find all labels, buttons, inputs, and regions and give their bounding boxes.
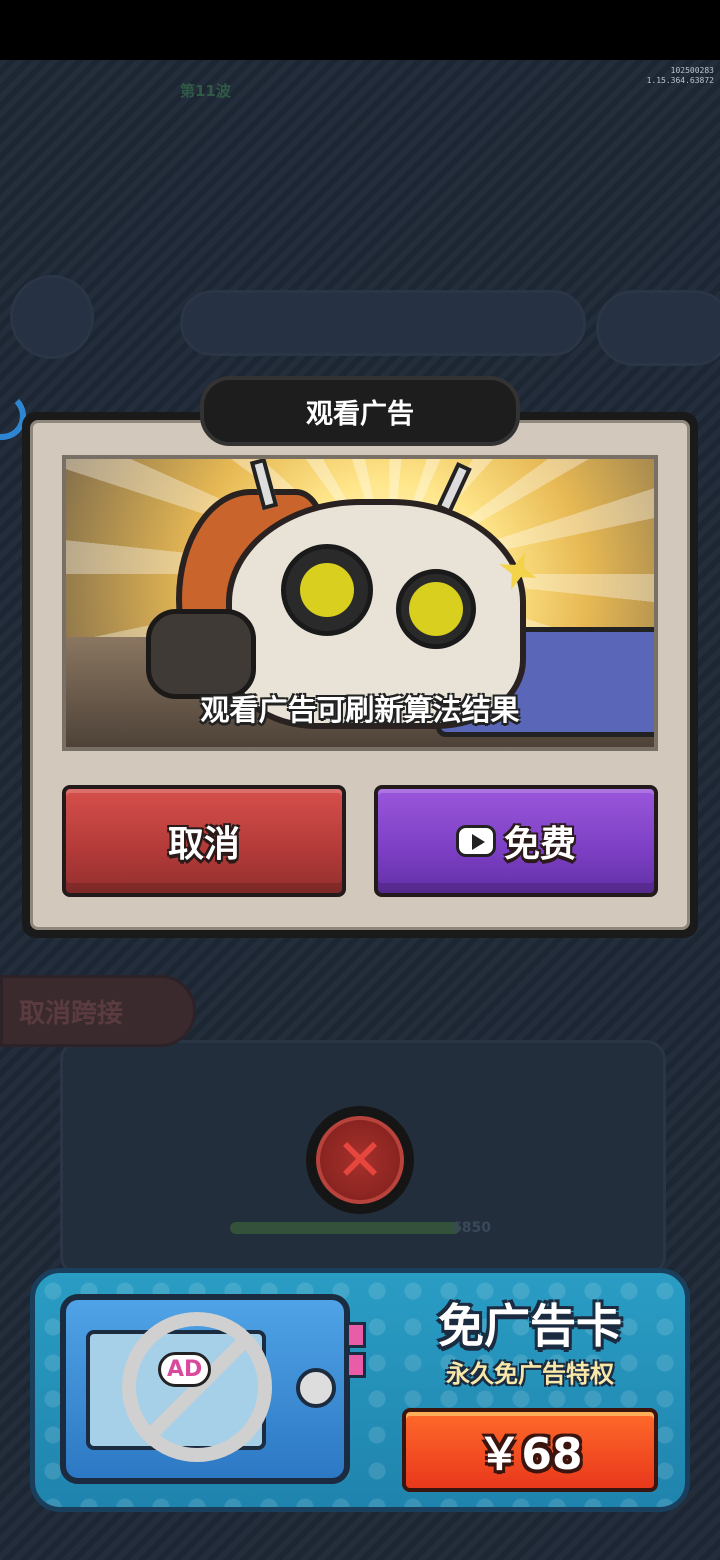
dimmed-button-label: 取消跨接 bbox=[19, 998, 124, 1029]
dimmed-cancel-link-button: 取消跨接 bbox=[0, 975, 196, 1047]
ad-caption: 观看广告可刷新算法结果 bbox=[200, 693, 520, 727]
no-ads-icon bbox=[122, 1312, 272, 1462]
buy-price-button[interactable]: ￥68 bbox=[402, 1408, 658, 1492]
dimmed-menu-button bbox=[596, 290, 720, 366]
free-button-label: 免费 bbox=[503, 824, 576, 865]
ad-illustration: 观看广告可刷新算法结果 bbox=[62, 455, 658, 751]
free-watch-ad-button[interactable]: 免费 bbox=[374, 785, 658, 897]
dialog-title: 观看广告 bbox=[200, 376, 520, 446]
robot-eye-icon bbox=[281, 544, 373, 636]
dimmed-avatar bbox=[10, 275, 94, 359]
dimmed-score: 6850 bbox=[452, 1220, 491, 1236]
price-label: ￥68 bbox=[477, 1429, 583, 1480]
promo-title: 免广告卡 bbox=[438, 1299, 622, 1353]
dimmed-progress-bar bbox=[230, 1222, 460, 1234]
cancel-button[interactable]: 取消 bbox=[62, 785, 346, 897]
ad-badge: AD bbox=[158, 1352, 212, 1387]
build-id: 102500283 bbox=[670, 66, 714, 75]
cancel-button-label: 取消 bbox=[167, 824, 240, 865]
wave-label: 第11波 bbox=[180, 82, 231, 100]
robot-eye-icon bbox=[396, 569, 476, 649]
ad-free-card-image: AD bbox=[60, 1294, 366, 1484]
card-knob bbox=[296, 1368, 336, 1408]
version-number: 1.15.364.63872 bbox=[646, 76, 714, 85]
status-bar bbox=[0, 0, 720, 60]
robot-fist-icon bbox=[146, 609, 256, 699]
close-x-icon: ✕ bbox=[316, 1116, 404, 1204]
video-play-icon bbox=[455, 825, 496, 857]
promo-subtitle: 永久免广告特权 bbox=[446, 1360, 614, 1388]
card-tab bbox=[346, 1352, 366, 1378]
card-tab bbox=[346, 1322, 366, 1348]
version-info: 102500283 1.15.364.63872 bbox=[647, 66, 714, 86]
dimmed-enemy-row bbox=[180, 290, 586, 356]
dialog-title-text: 观看广告 bbox=[306, 398, 414, 430]
close-button[interactable]: ✕ bbox=[306, 1106, 414, 1214]
